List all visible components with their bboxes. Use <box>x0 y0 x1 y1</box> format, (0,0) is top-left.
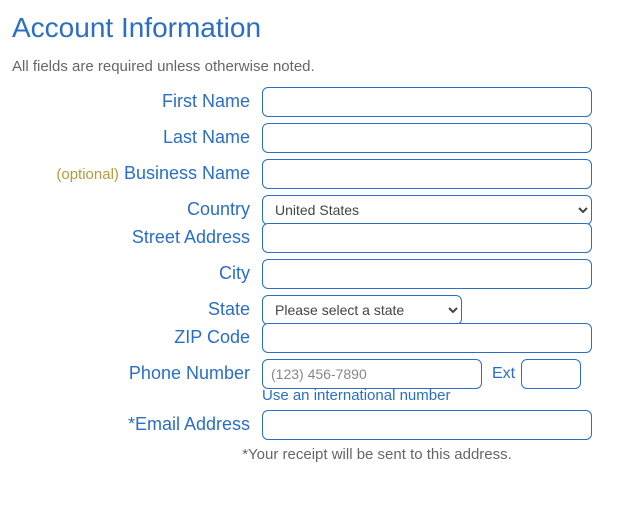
required-note: All fields are required unless otherwise… <box>12 58 622 75</box>
last-name-field[interactable] <box>262 123 592 153</box>
country-label: Country <box>12 199 262 221</box>
business-name-field[interactable] <box>262 159 592 189</box>
page-title: Account Information <box>12 12 622 44</box>
street-address-label: Street Address <box>12 227 262 249</box>
email-field[interactable] <box>262 410 592 440</box>
optional-tag: (optional) <box>56 166 119 183</box>
receipt-note: *Your receipt will be sent to this addre… <box>132 446 622 463</box>
business-name-label: (optional) Business Name <box>12 163 262 185</box>
city-label: City <box>12 263 262 285</box>
business-name-label-text: Business Name <box>124 163 250 183</box>
state-select[interactable]: Please select a state <box>262 295 462 325</box>
zip-label: ZIP Code <box>12 327 262 349</box>
ext-label: Ext <box>492 365 515 383</box>
phone-field[interactable] <box>262 359 482 389</box>
intl-number-link[interactable]: Use an international number <box>262 387 450 404</box>
phone-label: Phone Number <box>12 363 262 385</box>
city-field[interactable] <box>262 259 592 289</box>
first-name-label: First Name <box>12 91 262 113</box>
ext-field[interactable] <box>521 359 581 389</box>
street-address-field[interactable] <box>262 223 592 253</box>
first-name-field[interactable] <box>262 87 592 117</box>
state-label: State <box>12 299 262 321</box>
email-label: *Email Address <box>12 414 262 436</box>
zip-field[interactable] <box>262 323 592 353</box>
country-select[interactable]: United States <box>262 195 592 225</box>
last-name-label: Last Name <box>12 127 262 149</box>
